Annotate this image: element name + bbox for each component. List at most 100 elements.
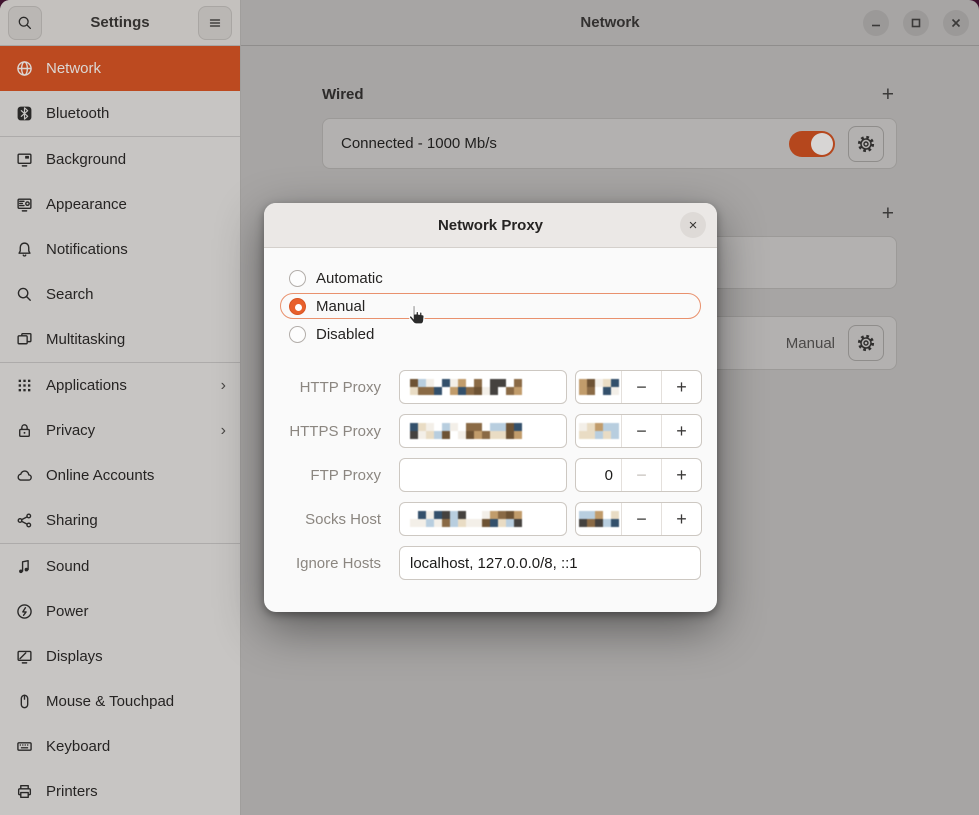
decrement-button[interactable]: − xyxy=(621,503,661,535)
sidebar-item-label: Privacy xyxy=(46,422,95,439)
socks-host-input[interactable] xyxy=(399,502,567,536)
redacted-value xyxy=(579,511,619,527)
sidebar-item-mouse-touchpad[interactable]: Mouse & Touchpad xyxy=(0,679,240,724)
sidebar-item-label: Mouse & Touchpad xyxy=(46,693,174,710)
radio-label: Disabled xyxy=(316,326,374,343)
windows-icon xyxy=(16,331,33,348)
minimize-icon xyxy=(870,17,882,29)
sidebar-item-background[interactable]: Background xyxy=(0,137,240,182)
add-wired-connection-button[interactable]: + xyxy=(879,84,897,105)
sidebar-item-search[interactable]: Search xyxy=(0,272,240,317)
cloud-icon xyxy=(16,467,33,484)
proxy-option-disabled[interactable]: Disabled xyxy=(280,321,701,347)
wired-toggle[interactable] xyxy=(789,131,835,157)
search-icon xyxy=(17,15,33,31)
wired-settings-button[interactable] xyxy=(848,126,884,162)
lock-icon xyxy=(16,422,33,439)
redacted-value xyxy=(410,379,522,395)
sidebar-item-label: Appearance xyxy=(46,196,127,213)
https-port-spinner: − + xyxy=(575,414,702,448)
hand-pointer-cursor xyxy=(403,302,430,329)
proxy-option-manual[interactable]: Manual xyxy=(280,293,701,319)
proxy-settings-button[interactable] xyxy=(848,325,884,361)
close-icon xyxy=(950,17,962,29)
dialog-title: Network Proxy xyxy=(438,217,543,234)
app-grid-icon xyxy=(16,377,33,394)
sidebar-item-label: Power xyxy=(46,603,89,620)
sidebar-item-printers[interactable]: Printers xyxy=(0,769,240,814)
ignore-hosts-input[interactable] xyxy=(399,546,701,580)
increment-button[interactable]: + xyxy=(661,503,701,535)
maximize-button[interactable] xyxy=(903,10,929,36)
decrement-button[interactable]: − xyxy=(621,415,661,447)
sidebar-item-sound[interactable]: Sound xyxy=(0,544,240,589)
sidebar-item-label: Online Accounts xyxy=(46,467,154,484)
http-proxy-row: HTTP Proxy − + xyxy=(278,370,703,404)
sidebar-item-appearance[interactable]: Appearance xyxy=(0,182,240,227)
increment-button[interactable]: + xyxy=(661,459,701,491)
sidebar-item-notifications[interactable]: Notifications xyxy=(0,227,240,272)
port-value[interactable] xyxy=(576,371,621,403)
sidebar-item-applications[interactable]: Applications › xyxy=(0,363,240,408)
sidebar-item-label: Background xyxy=(46,151,126,168)
redacted-value xyxy=(579,423,619,439)
sidebar-item-network[interactable]: Network xyxy=(0,46,240,91)
proxy-option-automatic[interactable]: Automatic xyxy=(280,265,701,291)
search-button[interactable] xyxy=(8,6,42,40)
sidebar-item-label: Notifications xyxy=(46,241,128,258)
http-proxy-input[interactable] xyxy=(399,370,567,404)
sidebar-item-online-accounts[interactable]: Online Accounts xyxy=(0,453,240,498)
increment-button[interactable]: + xyxy=(661,415,701,447)
ftp-port-spinner: 0 − + xyxy=(575,458,702,492)
sidebar-item-displays[interactable]: Displays xyxy=(0,634,240,679)
ignore-hosts-row: Ignore Hosts xyxy=(278,546,703,580)
sidebar-item-label: Sharing xyxy=(46,512,98,529)
add-vpn-button[interactable]: + xyxy=(879,203,897,224)
main-menu-button[interactable] xyxy=(198,6,232,40)
network-globe-icon xyxy=(16,60,33,77)
keyboard-icon xyxy=(16,738,33,755)
radio-label: Manual xyxy=(316,298,365,315)
increment-button[interactable]: + xyxy=(661,371,701,403)
sidebar-title: Settings xyxy=(90,14,149,31)
http-port-spinner: − + xyxy=(575,370,702,404)
printer-icon xyxy=(16,783,33,800)
settings-window: Settings Network Bluetooth Background Ap… xyxy=(0,0,979,815)
close-button[interactable] xyxy=(943,10,969,36)
radio-checked-icon xyxy=(289,298,306,315)
sidebar-item-label: Search xyxy=(46,286,94,303)
minimize-button[interactable] xyxy=(863,10,889,36)
socks-port-spinner: − + xyxy=(575,502,702,536)
bell-icon xyxy=(16,241,33,258)
radio-icon xyxy=(289,326,306,343)
ftp-proxy-input[interactable] xyxy=(399,458,567,492)
port-value[interactable] xyxy=(576,415,621,447)
ignore-hosts-label: Ignore Hosts xyxy=(278,555,381,572)
sidebar-item-keyboard[interactable]: Keyboard xyxy=(0,724,240,769)
radio-label: Automatic xyxy=(316,270,383,287)
sidebar-item-power[interactable]: Power xyxy=(0,589,240,634)
network-proxy-dialog: Network Proxy × Automatic Manual Disable… xyxy=(264,203,717,612)
ftp-proxy-field[interactable] xyxy=(410,467,556,484)
https-proxy-label: HTTPS Proxy xyxy=(278,423,381,440)
decrement-button[interactable]: − xyxy=(621,371,661,403)
sidebar-item-bluetooth[interactable]: Bluetooth xyxy=(0,91,240,136)
radio-icon xyxy=(289,270,306,287)
background-icon xyxy=(16,151,33,168)
port-value[interactable]: 0 xyxy=(576,459,621,491)
sidebar-item-multitasking[interactable]: Multitasking xyxy=(0,317,240,362)
dialog-close-button[interactable]: × xyxy=(680,212,706,238)
mouse-icon xyxy=(16,693,33,710)
sidebar-item-label: Displays xyxy=(46,648,103,665)
sidebar-item-label: Applications xyxy=(46,377,127,394)
redacted-value xyxy=(410,423,522,439)
sidebar-item-privacy[interactable]: Privacy › xyxy=(0,408,240,453)
hamburger-menu-icon xyxy=(207,15,223,31)
chevron-right-icon: › xyxy=(221,377,226,395)
port-value[interactable] xyxy=(576,503,621,535)
ignore-hosts-field[interactable] xyxy=(410,555,690,572)
sidebar-item-sharing[interactable]: Sharing xyxy=(0,498,240,543)
https-proxy-input[interactable] xyxy=(399,414,567,448)
sidebar-item-label: Sound xyxy=(46,558,89,575)
https-proxy-row: HTTPS Proxy − + xyxy=(278,414,703,448)
